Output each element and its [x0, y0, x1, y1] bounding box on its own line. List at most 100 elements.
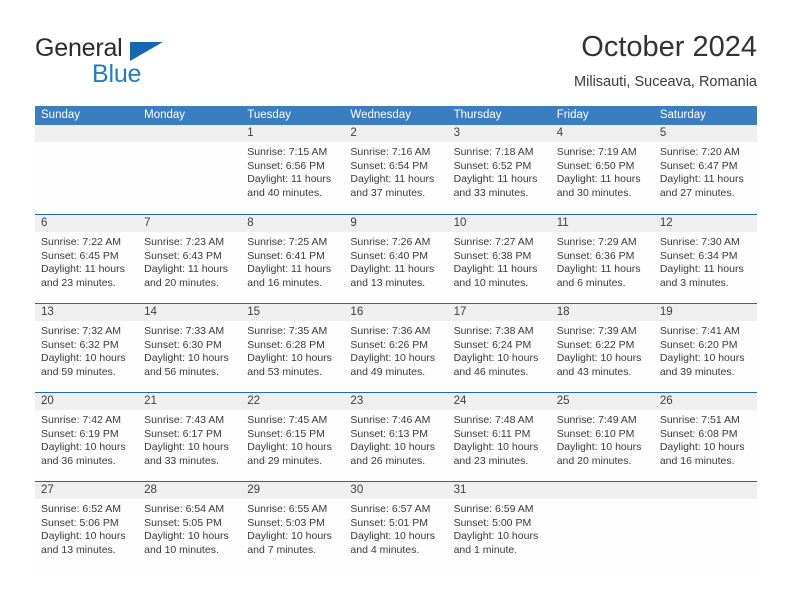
day-cell[interactable]: 10 Sunrise: 7:27 AM Sunset: 6:38 PM Dayligh…: [447, 215, 551, 303]
daylight-duration-line1: Daylight: 10 hours: [659, 441, 745, 454]
day-details: Sunrise: 7:25 AM Sunset: 6:41 PM Daylight:…: [241, 232, 344, 290]
day-number-strip: 14: [138, 304, 242, 321]
daylight-duration-line1: Daylight: 10 hours: [247, 352, 332, 365]
day-number-strip: 25: [550, 393, 654, 410]
day-details: Sunrise: 7:33 AM Sunset: 6:30 PM Daylight:…: [138, 321, 241, 379]
daylight-duration-line1: Daylight: 10 hours: [144, 441, 229, 454]
weekday-header-row: Sunday Monday Tuesday Wednesday Thursday…: [35, 106, 757, 125]
day-number: 5: [659, 127, 667, 139]
daylight-duration-line2: and 23 minutes.: [41, 276, 116, 289]
day-cell[interactable]: 17 Sunrise: 7:38 AM Sunset: 6:24 PM Dayligh…: [447, 304, 551, 392]
day-cell[interactable]: 19 Sunrise: 7:41 AM Sunset: 6:20 PM Dayligh…: [653, 304, 757, 392]
day-details: Sunrise: 7:41 AM Sunset: 6:20 PM Daylight:…: [654, 321, 757, 379]
day-details: Sunrise: 7:39 AM Sunset: 6:22 PM Daylight:…: [551, 321, 654, 379]
daylight-duration-line2: and 16 minutes.: [659, 454, 735, 467]
daylight-duration-line2: and 30 minutes.: [556, 186, 632, 199]
day-number: 11: [556, 217, 569, 229]
sunset-time: Sunset: 6:15 PM: [247, 427, 325, 440]
day-details: Sunrise: 7:23 AM Sunset: 6:43 PM Daylight:…: [138, 232, 241, 290]
day-number-strip: [35, 125, 139, 142]
day-cell[interactable]: 3 Sunrise: 7:18 AM Sunset: 6:52 PM Daylight…: [447, 125, 551, 214]
day-cell[interactable]: 7 Sunrise: 7:23 AM Sunset: 6:43 PM Daylight…: [138, 215, 242, 303]
day-cell[interactable]: 28 Sunrise: 6:54 AM Sunset: 5:05 PM Dayligh…: [138, 482, 242, 570]
day-cell[interactable]: 20 Sunrise: 7:42 AM Sunset: 6:19 PM Dayligh…: [35, 393, 139, 481]
day-cell[interactable]: 22 Sunrise: 7:45 AM Sunset: 6:15 PM Dayligh…: [241, 393, 345, 481]
day-cell[interactable]: 9 Sunrise: 7:26 AM Sunset: 6:40 PM Daylight…: [344, 215, 448, 303]
day-cell[interactable]: 21 Sunrise: 7:43 AM Sunset: 6:17 PM Dayligh…: [138, 393, 242, 481]
generalblue-logo[interactable]: General Blue: [35, 34, 235, 90]
daylight-duration-line2: and 7 minutes.: [247, 543, 317, 556]
sunrise-time: Sunrise: 7:33 AM: [144, 325, 225, 337]
day-cell[interactable]: 5 Sunrise: 7:20 AM Sunset: 6:47 PM Daylight…: [653, 125, 757, 214]
daylight-duration-line2: and 16 minutes.: [247, 276, 322, 289]
daylight-duration-line2: and 33 minutes.: [144, 454, 219, 467]
sunrise-time: Sunrise: 7:29 AM: [556, 236, 637, 248]
day-details: Sunrise: 7:26 AM Sunset: 6:40 PM Daylight:…: [344, 232, 447, 290]
sunset-time: Sunset: 6:38 PM: [453, 249, 532, 262]
sunrise-time: Sunrise: 7:35 AM: [247, 325, 328, 337]
day-details: Sunrise: 6:54 AM Sunset: 5:05 PM Daylight:…: [138, 499, 241, 557]
day-cell[interactable]: 18 Sunrise: 7:39 AM Sunset: 6:22 PM Dayligh…: [550, 304, 654, 392]
sunset-time: Sunset: 6:52 PM: [453, 159, 532, 172]
day-number-strip: 7: [138, 215, 242, 232]
logo-text-blue: Blue: [92, 60, 142, 88]
day-cell[interactable]: 15 Sunrise: 7:35 AM Sunset: 6:28 PM Dayligh…: [241, 304, 345, 392]
day-number: 22: [247, 395, 261, 407]
day-cell[interactable]: 26 Sunrise: 7:51 AM Sunset: 6:08 PM Dayligh…: [653, 393, 757, 481]
daylight-duration-line2: and 40 minutes.: [247, 186, 322, 199]
daylight-duration-line2: and 6 minutes.: [556, 276, 626, 289]
day-cell[interactable]: 25 Sunrise: 7:49 AM Sunset: 6:10 PM Dayligh…: [550, 393, 654, 481]
sunrise-time: Sunrise: 6:57 AM: [350, 503, 431, 515]
daylight-duration-line2: and 33 minutes.: [453, 186, 529, 199]
triangle-icon: [130, 42, 163, 61]
day-number: 4: [556, 127, 564, 139]
sunset-time: Sunset: 6:19 PM: [41, 427, 119, 440]
daylight-duration-line1: Daylight: 10 hours: [247, 441, 332, 454]
day-cell[interactable]: 2 Sunrise: 7:16 AM Sunset: 6:54 PM Daylight…: [344, 125, 448, 214]
weekday-header-sunday: Sunday: [41, 109, 81, 121]
daylight-duration-line1: Daylight: 11 hours: [659, 173, 744, 186]
day-number: 24: [453, 395, 467, 407]
day-number: 19: [659, 306, 673, 318]
day-cell[interactable]: 14 Sunrise: 7:33 AM Sunset: 6:30 PM Dayligh…: [138, 304, 242, 392]
day-cell[interactable]: 23 Sunrise: 7:46 AM Sunset: 6:13 PM Dayligh…: [344, 393, 448, 481]
day-cell[interactable]: 27 Sunrise: 6:52 AM Sunset: 5:06 PM Dayligh…: [35, 482, 139, 570]
day-cell[interactable]: 4 Sunrise: 7:19 AM Sunset: 6:50 PM Daylight…: [550, 125, 654, 214]
sunrise-time: Sunrise: 7:45 AM: [247, 414, 328, 426]
day-details: Sunrise: 7:35 AM Sunset: 6:28 PM Daylight:…: [241, 321, 344, 379]
day-details: Sunrise: 6:59 AM Sunset: 5:00 PM Daylight:…: [448, 499, 551, 557]
day-number-strip: 22: [241, 393, 345, 410]
sunset-time: Sunset: 6:24 PM: [453, 338, 532, 351]
weeks-container: 1 Sunrise: 7:15 AM Sunset: 6:56 PM Daylight…: [35, 125, 757, 570]
sunrise-time: Sunrise: 7:18 AM: [453, 146, 534, 158]
day-cell[interactable]: 1 Sunrise: 7:15 AM Sunset: 6:56 PM Daylight…: [241, 125, 345, 214]
day-cell[interactable]: 29 Sunrise: 6:55 AM Sunset: 5:03 PM Dayligh…: [241, 482, 345, 570]
day-number-strip: 5: [653, 125, 757, 142]
daylight-duration-line2: and 59 minutes.: [41, 365, 116, 378]
day-details: Sunrise: 7:20 AM Sunset: 6:47 PM Daylight:…: [654, 142, 757, 200]
daylight-duration-line1: Daylight: 11 hours: [453, 263, 538, 276]
day-cell[interactable]: 6 Sunrise: 7:22 AM Sunset: 6:45 PM Daylight…: [35, 215, 139, 303]
daylight-duration-line1: Daylight: 11 hours: [556, 173, 641, 186]
daylight-duration-line2: and 39 minutes.: [659, 365, 735, 378]
day-cell[interactable]: 24 Sunrise: 7:48 AM Sunset: 6:11 PM Dayligh…: [447, 393, 551, 481]
day-cell[interactable]: 13 Sunrise: 7:32 AM Sunset: 6:32 PM Dayligh…: [35, 304, 139, 392]
day-cell[interactable]: 31 Sunrise: 6:59 AM Sunset: 5:00 PM Dayligh…: [447, 482, 551, 570]
sunrise-time: Sunrise: 7:32 AM: [41, 325, 121, 337]
sunrise-time: Sunrise: 7:25 AM: [247, 236, 328, 248]
daylight-duration-line2: and 13 minutes.: [350, 276, 426, 289]
day-number-strip: [138, 125, 242, 142]
day-number-strip: 19: [653, 304, 757, 321]
daylight-duration-line2: and 4 minutes.: [350, 543, 420, 556]
daylight-duration-line1: Daylight: 10 hours: [350, 352, 436, 365]
day-cell[interactable]: 30 Sunrise: 6:57 AM Sunset: 5:01 PM Dayligh…: [344, 482, 448, 570]
day-number-strip: 2: [344, 125, 448, 142]
day-cell[interactable]: 12 Sunrise: 7:30 AM Sunset: 6:34 PM Dayligh…: [653, 215, 757, 303]
day-cell[interactable]: 8 Sunrise: 7:25 AM Sunset: 6:41 PM Daylight…: [241, 215, 345, 303]
daylight-duration-line2: and 43 minutes.: [556, 365, 632, 378]
day-details: Sunrise: 7:49 AM Sunset: 6:10 PM Daylight:…: [551, 410, 654, 468]
day-cell[interactable]: 16 Sunrise: 7:36 AM Sunset: 6:26 PM Dayligh…: [344, 304, 448, 392]
day-number-strip: 8: [241, 215, 345, 232]
day-cell[interactable]: 11 Sunrise: 7:29 AM Sunset: 6:36 PM Dayligh…: [550, 215, 654, 303]
daylight-duration-line1: Daylight: 10 hours: [556, 352, 642, 365]
